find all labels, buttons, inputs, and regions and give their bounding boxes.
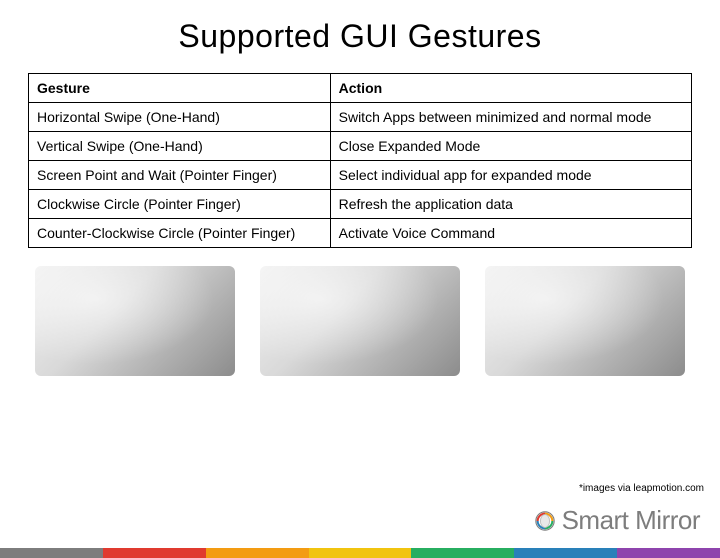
cell-gesture: Clockwise Circle (Pointer Finger) [29,190,331,219]
gesture-table: Gesture Action Horizontal Swipe (One-Han… [28,73,692,248]
gesture-image-swipe-horizontal [35,266,235,376]
slide-title: Supported GUI Gestures [0,18,720,55]
cell-gesture: Screen Point and Wait (Pointer Finger) [29,161,331,190]
table-header-row: Gesture Action [29,74,692,103]
col-header-gesture: Gesture [29,74,331,103]
gesture-image-point [260,266,460,376]
cell-action: Select individual app for expanded mode [330,161,691,190]
mirror-icon [534,510,556,532]
bar-segment [206,548,309,558]
col-header-action: Action [330,74,691,103]
table-row: Clockwise Circle (Pointer Finger) Refres… [29,190,692,219]
table-row: Horizontal Swipe (One-Hand) Switch Apps … [29,103,692,132]
bar-segment [411,548,514,558]
cell-action: Switch Apps between minimized and normal… [330,103,691,132]
table-row: Vertical Swipe (One-Hand) Close Expanded… [29,132,692,161]
cell-gesture: Horizontal Swipe (One-Hand) [29,103,331,132]
bar-segment [514,548,617,558]
table-row: Counter-Clockwise Circle (Pointer Finger… [29,219,692,248]
cell-gesture: Vertical Swipe (One-Hand) [29,132,331,161]
bar-segment [103,548,206,558]
image-credit: *images via leapmotion.com [579,483,704,494]
brand-logo: Smart Mirror [534,505,700,536]
cell-action: Activate Voice Command [330,219,691,248]
gesture-image-circle [485,266,685,376]
brand-name: Smart Mirror [562,505,700,536]
cell-action: Refresh the application data [330,190,691,219]
table-row: Screen Point and Wait (Pointer Finger) S… [29,161,692,190]
cell-action: Close Expanded Mode [330,132,691,161]
bar-segment [309,548,412,558]
bar-segment [0,548,103,558]
cell-gesture: Counter-Clockwise Circle (Pointer Finger… [29,219,331,248]
bar-segment [617,548,720,558]
gesture-image-row [28,266,692,376]
rainbow-accent-bar [0,548,720,558]
